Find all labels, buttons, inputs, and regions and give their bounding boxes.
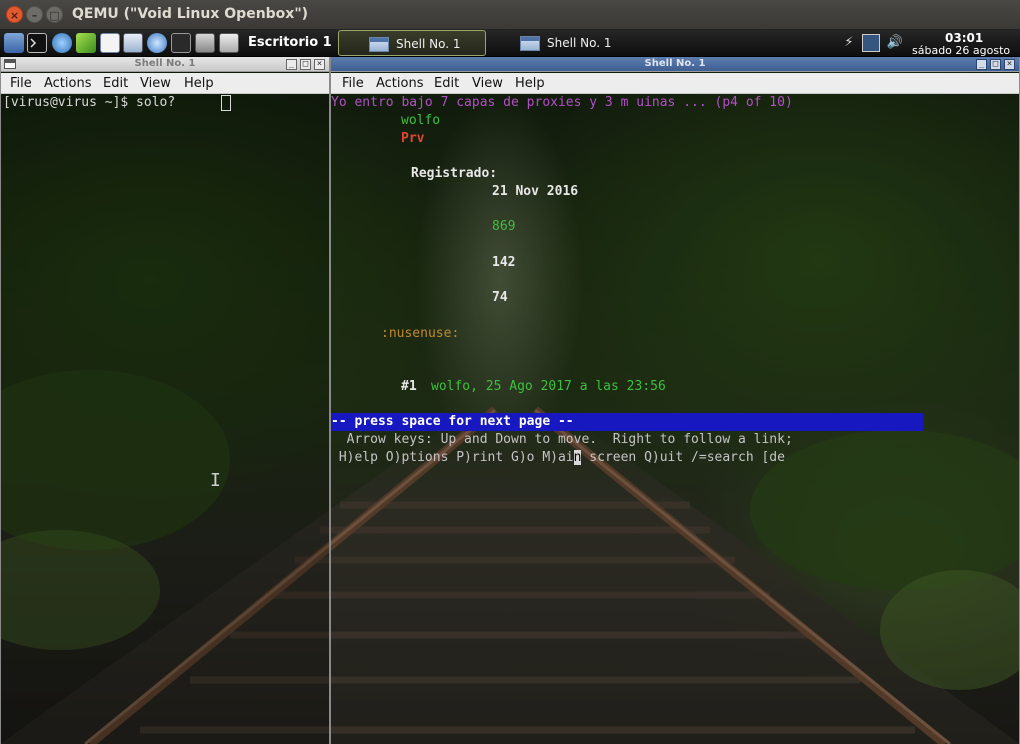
pager-status-bar: -- press space for next page -- <box>331 413 923 431</box>
menu-edit[interactable]: Edit <box>103 76 128 91</box>
menu-help[interactable]: Help <box>184 76 214 91</box>
qemu-titlebar: × – □ QEMU ("Void Linux Openbox") <box>0 0 1020 30</box>
terminal-menubar: File Actions Edit View Help <box>1 73 329 94</box>
terminal-menubar: File Actions Edit View Help <box>331 73 1019 94</box>
desktop-switcher-label[interactable]: Escritorio 1 <box>248 35 332 50</box>
help-line-2-pre: H)elp O)ptions P)rint G)o M)ai <box>331 450 574 465</box>
text-editor-icon[interactable] <box>100 33 120 53</box>
menu-help[interactable]: Help <box>515 76 545 91</box>
close-window-button[interactable]: × <box>6 6 23 23</box>
message-count-link[interactable]: 869 <box>492 218 515 236</box>
terminal-title: Shell No. 1 <box>644 58 706 69</box>
taskbar-panel: Escritorio 1 Shell No. 1 Shell No. 1 ⚡ 🔊… <box>0 30 1020 57</box>
file-manager-icon[interactable] <box>4 33 24 53</box>
terminal-titlebar[interactable]: Shell No. 1 _ □ × <box>1 57 329 72</box>
taskbar-item-shell[interactable]: Shell No. 1 <box>490 30 638 56</box>
mouse-ibeam-cursor: I <box>210 470 221 491</box>
signature-text: :nusenuse: <box>381 326 460 341</box>
menu-actions[interactable]: Actions <box>44 76 92 91</box>
author-link[interactable]: wolfo <box>401 112 440 130</box>
document-viewer-icon[interactable] <box>123 33 143 53</box>
taskbar-item-shell-active[interactable]: Shell No. 1 <box>338 30 486 56</box>
post-meta-link[interactable]: wolfo, 25 Ago 2017 a las 23:56 <box>431 378 666 396</box>
menu-edit[interactable]: Edit <box>434 76 459 91</box>
menu-file[interactable]: File <box>10 76 32 91</box>
web-browser-icon[interactable] <box>147 33 167 53</box>
reaction-count: 142 <box>492 255 516 270</box>
terminal-title: Shell No. 1 <box>134 58 196 69</box>
text-cursor <box>221 95 231 111</box>
leaf-icon[interactable] <box>76 33 96 53</box>
network-icon[interactable] <box>52 33 72 53</box>
left-terminal-window[interactable]: Shell No. 1 _ □ × File Actions Edit View… <box>0 57 330 744</box>
registered-date: 21 Nov 2016 <box>492 184 579 199</box>
taskbar-item-label: Shell No. 1 <box>547 36 612 50</box>
clock-date[interactable]: sábado 26 agosto <box>912 44 1010 57</box>
menu-actions[interactable]: Actions <box>376 76 424 91</box>
shell-prompt: [virus@virus ~]$ solo? <box>3 95 176 110</box>
menu-file[interactable]: File <box>342 76 364 91</box>
terminal-window-icon <box>369 37 389 52</box>
maximize-button[interactable]: □ <box>990 59 1001 70</box>
minimize-button[interactable]: _ <box>286 59 297 70</box>
menu-view[interactable]: View <box>140 76 171 91</box>
display-icon[interactable] <box>195 33 215 53</box>
page-title-line: Yo entro bajo 7 capas de proxies y 3 m u… <box>331 95 793 110</box>
lynx-browser-output[interactable]: Yo entro bajo 7 capas de proxies y 3 m u… <box>331 94 1019 744</box>
window-title: QEMU ("Void Linux Openbox") <box>72 6 309 22</box>
printer-icon[interactable] <box>219 33 239 53</box>
terminal-window-icon <box>520 36 540 51</box>
clock-time[interactable]: 03:01 <box>945 31 983 45</box>
help-line-1: Arrow keys: Up and Down to move. Right t… <box>331 432 793 447</box>
menu-view[interactable]: View <box>472 76 503 91</box>
system-tray: ⚡ 🔊 <box>840 34 908 54</box>
pager-text: -- press space for next page -- <box>331 414 574 429</box>
close-button[interactable]: × <box>314 59 325 70</box>
terminal-titlebar[interactable]: Shell No. 1 _ □ × <box>331 57 1019 72</box>
minimize-window-button[interactable]: – <box>26 6 43 23</box>
close-button[interactable]: × <box>1004 59 1015 70</box>
post-number: #1 <box>401 379 417 394</box>
right-terminal-window[interactable]: Shell No. 1 _ □ × File Actions Edit View… <box>330 57 1020 744</box>
terminal-output[interactable]: [virus@virus ~]$ solo? <box>1 94 329 744</box>
taskbar-item-label: Shell No. 1 <box>396 37 461 51</box>
registered-label: Registrado: <box>411 166 498 181</box>
points-count: 74 <box>492 290 508 305</box>
mail-icon[interactable] <box>171 33 191 53</box>
terminal-icon[interactable] <box>27 33 47 53</box>
power-icon[interactable]: ⚡ <box>840 34 858 52</box>
network-status-icon[interactable] <box>862 34 880 52</box>
maximize-button[interactable]: □ <box>300 59 311 70</box>
help-line-2: H)elp O)ptions P)rint G)o M)ain screen Q… <box>331 449 785 467</box>
help-line-2-post: screen Q)uit /=search [de <box>581 450 785 465</box>
user-rank: Prv <box>401 131 425 146</box>
minimize-button[interactable]: _ <box>976 59 987 70</box>
volume-icon[interactable]: 🔊 <box>886 34 904 52</box>
maximize-window-button[interactable]: □ <box>46 6 63 23</box>
